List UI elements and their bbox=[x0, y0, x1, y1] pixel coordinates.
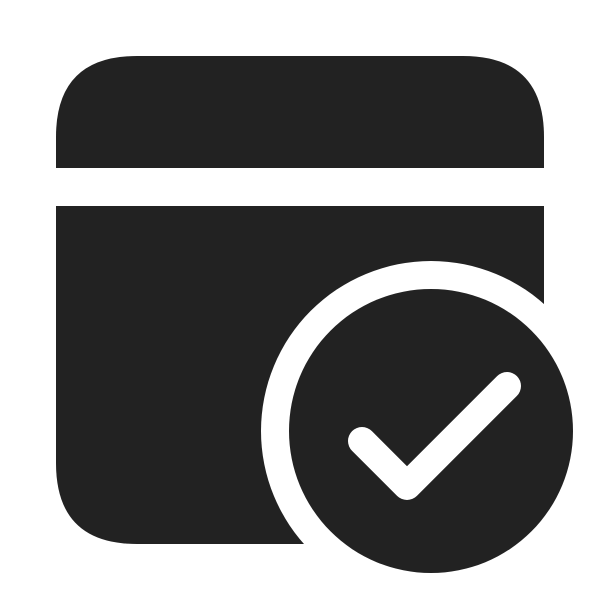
badge-circle bbox=[289, 289, 573, 573]
checkmark-circle-icon bbox=[289, 289, 573, 573]
icon-canvas bbox=[0, 0, 600, 600]
calendar-header-bar bbox=[56, 56, 544, 168]
calendar-checkmark-icon bbox=[56, 56, 573, 573]
